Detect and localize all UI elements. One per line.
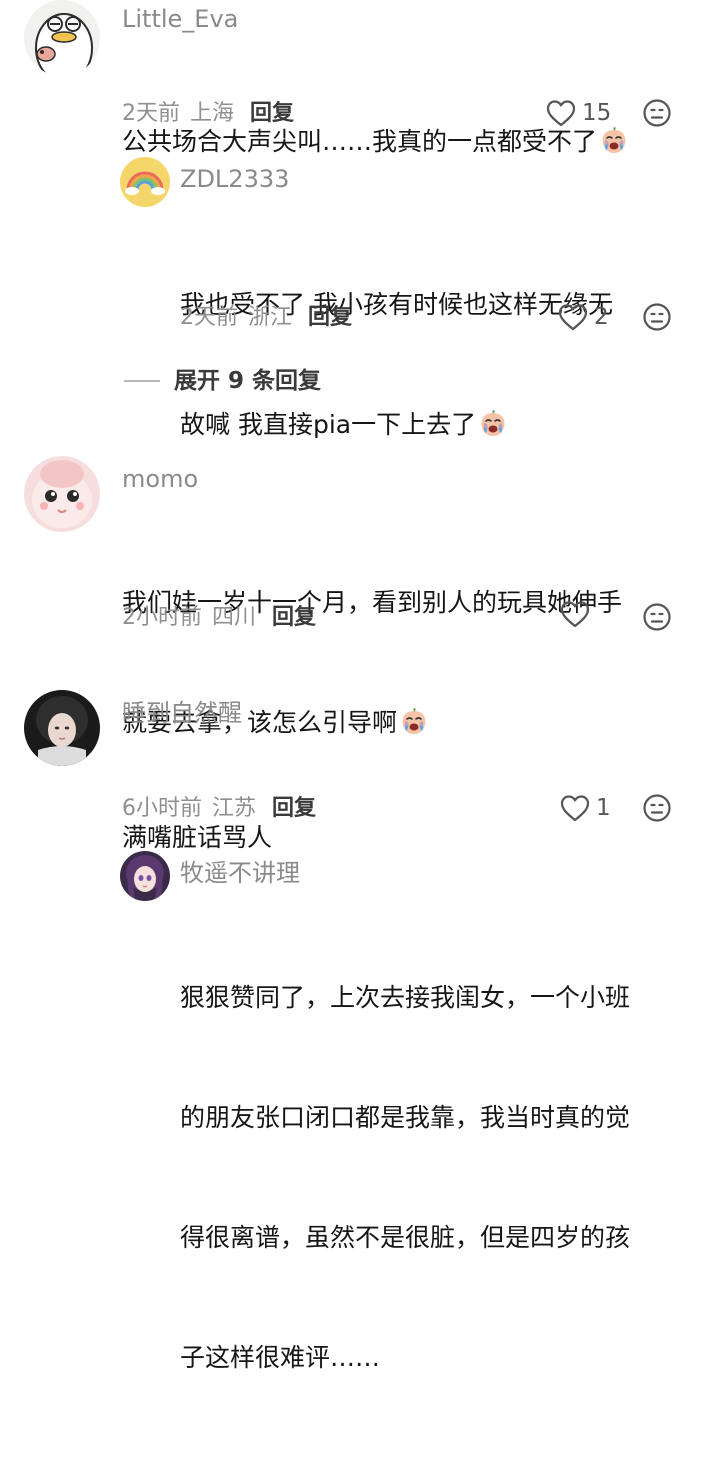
expand-divider <box>124 380 160 382</box>
reply-text: 我也受不了 我小孩有时候也这样无缘无 故喊 我直接pia一下上去了 <box>180 205 613 525</box>
expand-replies-label: 展开 9 条回复 <box>174 368 322 394</box>
comment-actions: 15 <box>0 96 714 130</box>
like-button[interactable]: 2 <box>558 300 609 334</box>
reply-actions: 2 <box>0 300 714 334</box>
reply-username[interactable]: 牧遥不讲理 <box>180 858 300 888</box>
reply-text-line: 子这样很难评…… <box>180 1343 381 1372</box>
like-count: 15 <box>582 100 612 126</box>
crying-face-emoji <box>399 706 429 736</box>
like-button[interactable]: 15 <box>546 96 611 130</box>
avatar[interactable] <box>24 0 100 76</box>
avatar[interactable] <box>24 690 100 766</box>
like-button[interactable]: 1 <box>560 791 611 825</box>
comment-actions <box>0 600 714 634</box>
sad-face-icon[interactable] <box>642 302 672 332</box>
comment-text-line: 公共场合大声尖叫……我真的一点都受不了 <box>122 127 598 156</box>
reply-text-line: 的朋友张口闭口都是我靠，我当时真的觉 <box>180 1103 631 1132</box>
sad-face-icon[interactable] <box>642 98 672 128</box>
reply-text-line: 得很离谱，虽然不是很脏，但是四岁的孩 <box>180 1223 631 1252</box>
comment-username[interactable]: Little_Eva <box>122 4 238 34</box>
anime-girl-avatar-image <box>120 851 170 901</box>
heart-outline-icon <box>546 99 576 127</box>
reply-username[interactable]: ZDL2333 <box>180 164 289 194</box>
like-count: 1 <box>596 795 611 821</box>
reply-text-line: 故喊 我直接pia一下上去了 <box>180 410 477 439</box>
comment-actions: 1 <box>0 791 714 825</box>
sad-face-icon[interactable] <box>642 793 672 823</box>
avatar[interactable] <box>24 456 100 532</box>
expand-replies-button[interactable]: 展开 9 条回复 <box>124 366 321 396</box>
like-count: 2 <box>594 304 609 330</box>
avatar[interactable] <box>120 851 170 901</box>
comment-username[interactable]: 睡到自然醒 <box>122 698 242 728</box>
girl-portrait-avatar-image <box>24 690 100 766</box>
reply-text: 狠狠赞同了，上次去接我闺女，一个小班 的朋友张口闭口都是我靠，我当时真的觉 得很… <box>180 898 630 1458</box>
crying-face-emoji <box>478 408 508 438</box>
heart-outline-icon <box>560 794 590 822</box>
pink-character-avatar-image <box>24 456 100 532</box>
rainbow-avatar-image <box>120 157 170 207</box>
like-button[interactable] <box>560 600 596 628</box>
avatar[interactable] <box>120 157 170 207</box>
reply-text-line: 狠狠赞同了，上次去接我闺女，一个小班 <box>180 983 631 1012</box>
sad-face-icon[interactable] <box>642 602 672 632</box>
comment-username[interactable]: momo <box>122 464 198 494</box>
heart-outline-icon <box>558 303 588 331</box>
duck-avatar-image <box>24 0 100 76</box>
heart-outline-icon <box>560 600 590 628</box>
